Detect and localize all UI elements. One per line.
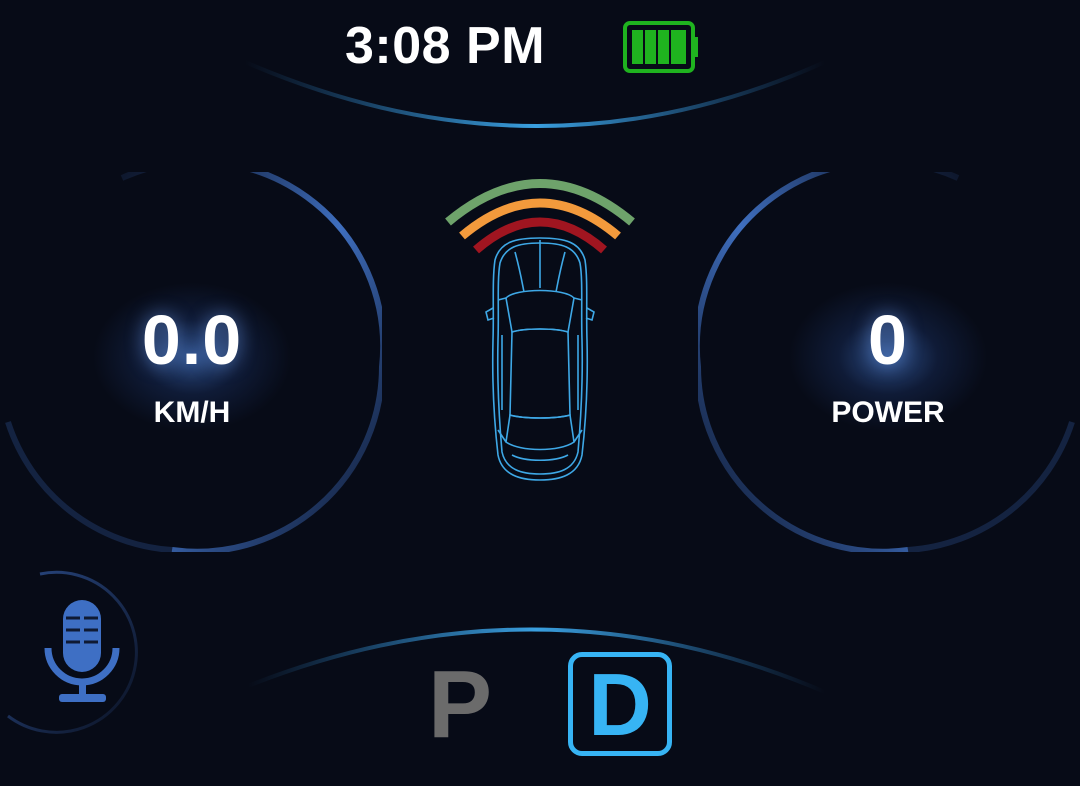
power-gauge: 0 POWER (698, 172, 1078, 552)
gear-drive-button[interactable]: D (568, 652, 672, 756)
car-proximity-view (440, 170, 640, 490)
speed-gauge: 0.0 KM/H (2, 172, 382, 552)
clock-time: 3:08 PM (344, 17, 546, 75)
battery-full-icon (623, 21, 698, 73)
gear-park-button[interactable]: P (420, 650, 500, 760)
speed-unit: KM/H (153, 396, 231, 429)
car-top-view-icon (485, 237, 595, 481)
bottom-footer-arc (247, 627, 826, 694)
speed-value: 0.0 (141, 301, 243, 379)
power-value: 0 (868, 301, 908, 379)
power-unit: POWER (831, 396, 945, 429)
